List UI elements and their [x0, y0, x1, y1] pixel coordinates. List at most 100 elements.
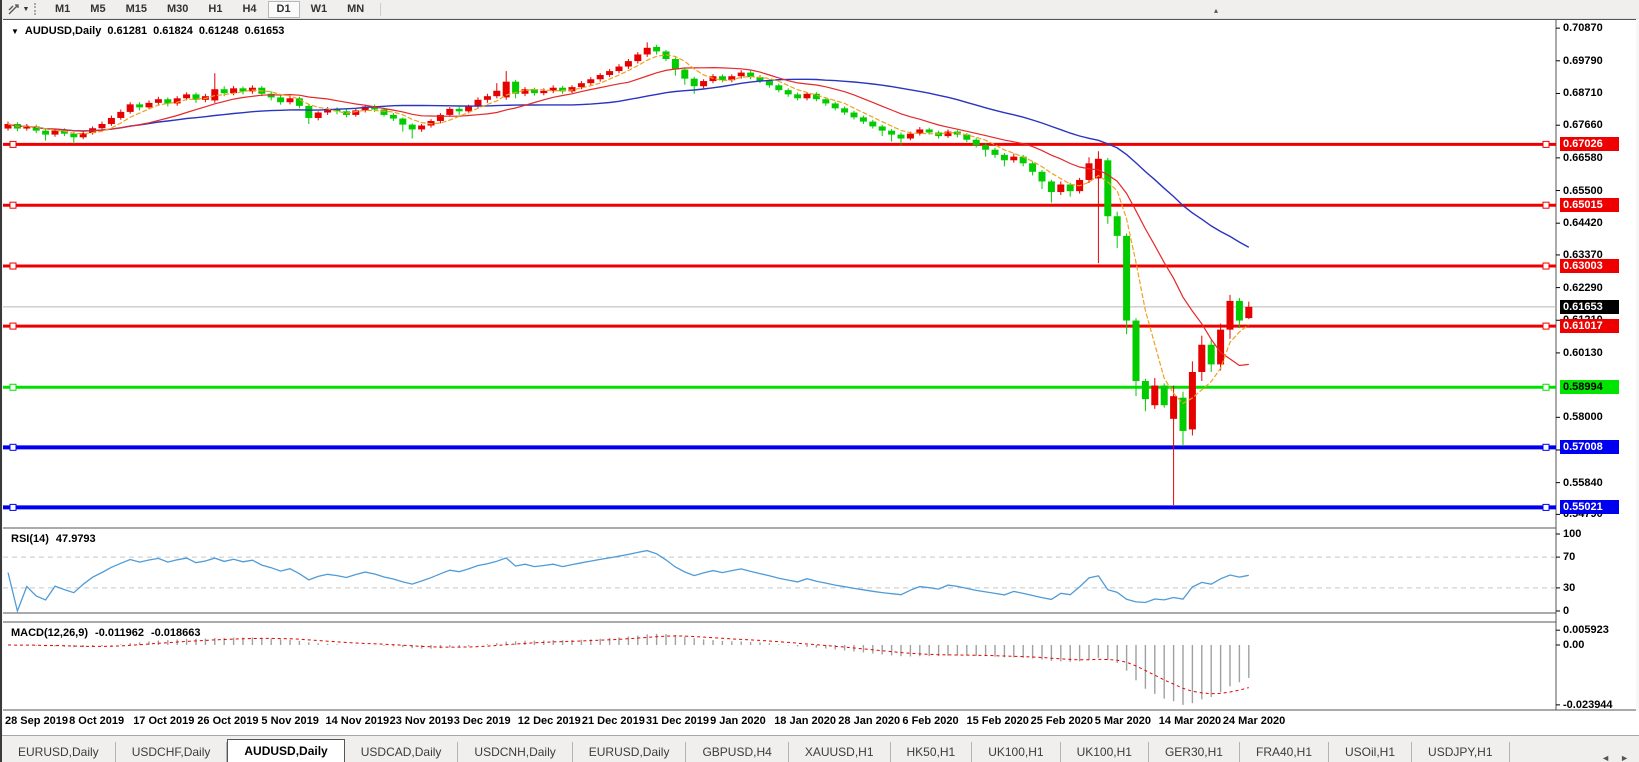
chart-tab-9[interactable]: UK100,H1 — [972, 742, 1060, 762]
hline-anchor[interactable] — [10, 141, 16, 147]
chart-tab-7[interactable]: XAUUSD,H1 — [789, 742, 891, 762]
timeframe-button-m1[interactable]: M1 — [46, 1, 79, 18]
timeframe-toolbar: ▼ M1M5M15M30H1H4D1W1MN ▴ — [2, 0, 1639, 19]
date-tick-label: 12 Dec 2019 — [518, 715, 581, 727]
chart-tab-1[interactable]: USDCHF,Daily — [116, 742, 228, 762]
rsi-tick-label: 70 — [1563, 551, 1575, 563]
hline-anchor[interactable] — [10, 263, 16, 269]
chart-tab-14[interactable]: USDJPY,H1 — [1412, 742, 1509, 762]
price-tick-label: 0.55840 — [1563, 477, 1603, 489]
macd-tick-label: 0.005923 — [1563, 624, 1609, 636]
toolbar-separator — [380, 3, 381, 16]
scroll-right-icon[interactable]: ► — [1620, 753, 1629, 762]
timeframe-button-mn[interactable]: MN — [338, 1, 373, 18]
timeframe-button-m30[interactable]: M30 — [158, 1, 197, 18]
hline-anchor[interactable] — [10, 504, 16, 510]
date-tick-label: 14 Nov 2019 — [326, 715, 390, 727]
timeframe-button-w1[interactable]: W1 — [302, 1, 337, 18]
tab-scroll-arrows: ◄ ► — [1601, 753, 1639, 762]
price-level-badge: 0.55021 — [1560, 500, 1619, 514]
price-level-badge: 0.58994 — [1560, 380, 1619, 394]
macd-indicator-label: MACD(12,26,9) -0.011962 -0.018663 — [11, 627, 201, 639]
timeframe-button-m5[interactable]: M5 — [81, 1, 114, 18]
price-tick-label: 0.69790 — [1563, 55, 1603, 67]
left-splitter[interactable] — [0, 0, 2, 762]
rsi-value: 47.9793 — [56, 533, 96, 545]
crosshair-lines-icon — [7, 3, 21, 16]
macd-tick-label: 0.00 — [1563, 639, 1584, 651]
price-tick-label: 0.60130 — [1563, 347, 1603, 359]
current-price-badge: 0.61653 — [1560, 300, 1619, 314]
rsi-tick-label: 100 — [1563, 528, 1581, 540]
chart-tab-10[interactable]: UK100,H1 — [1061, 742, 1149, 762]
macd-main-value: -0.011962 — [95, 627, 144, 639]
date-tick-label: 3 Dec 2019 — [454, 715, 511, 727]
date-tick-label: 31 Dec 2019 — [646, 715, 709, 727]
chart-tab-6[interactable]: GBPUSD,H4 — [686, 742, 788, 762]
date-tick-label: 5 Nov 2019 — [261, 715, 318, 727]
chart-tab-3[interactable]: USDCAD,Daily — [345, 742, 459, 762]
macd-name: MACD(12,26,9) — [11, 627, 88, 639]
price-tick-label: 0.67660 — [1563, 119, 1603, 131]
toolbar-overflow-icon[interactable]: ▴ — [1214, 6, 1218, 15]
ohlc-open: 0.61281 — [107, 25, 147, 37]
ohlc-low: 0.61248 — [199, 25, 239, 37]
ohlc-close: 0.61653 — [245, 25, 285, 37]
price-level-badge: 0.61017 — [1560, 319, 1619, 333]
date-tick-label: 6 Feb 2020 — [902, 715, 958, 727]
price-level-badge: 0.67026 — [1560, 137, 1619, 151]
scroll-left-icon[interactable]: ◄ — [1601, 753, 1610, 762]
date-tick-label: 5 Mar 2020 — [1095, 715, 1151, 727]
chart-tab-12[interactable]: FRA40,H1 — [1240, 742, 1329, 762]
hline-anchor[interactable] — [10, 323, 16, 329]
hline-anchor[interactable] — [1543, 323, 1549, 329]
date-tick-label: 8 Oct 2019 — [69, 715, 124, 727]
chevron-down-icon: ▼ — [23, 6, 30, 13]
rsi-tick-label: 30 — [1563, 582, 1575, 594]
date-tick-label: 21 Dec 2019 — [582, 715, 645, 727]
hline-anchor[interactable] — [1543, 384, 1549, 390]
date-tick-label: 18 Jan 2020 — [774, 715, 836, 727]
chart-menu-caret-icon[interactable]: ▼ — [11, 27, 19, 36]
date-tick-label: 24 Mar 2020 — [1223, 715, 1285, 727]
hline-anchor[interactable] — [1543, 504, 1549, 510]
macd-signal-value: -0.018663 — [151, 627, 201, 639]
chart-tab-2[interactable]: AUDUSD,Daily — [227, 739, 344, 762]
rsi-indicator-label: RSI(14) 47.9793 — [11, 533, 96, 545]
chart-tab-0[interactable]: EURUSD,Daily — [2, 742, 116, 762]
timeframe-button-m15[interactable]: M15 — [117, 1, 156, 18]
mt4-window: ▼ M1M5M15M30H1H4D1W1MN ▴ ▼ AUDUSD,Daily … — [0, 0, 1639, 762]
date-tick-label: 14 Mar 2020 — [1159, 715, 1221, 727]
timeframe-button-h1[interactable]: H1 — [199, 1, 231, 18]
price-tick-label: 0.62290 — [1563, 282, 1603, 294]
timeframe-button-h4[interactable]: H4 — [233, 1, 265, 18]
date-tick-label: 28 Jan 2020 — [838, 715, 900, 727]
toolbar-grip[interactable] — [34, 3, 40, 15]
price-chart-canvas[interactable] — [3, 19, 1636, 711]
hline-anchor[interactable] — [10, 384, 16, 390]
price-tick-label: 0.58000 — [1563, 411, 1603, 423]
chart-tab-4[interactable]: USDCNH,Daily — [458, 742, 572, 762]
hline-anchor[interactable] — [1543, 141, 1549, 147]
hline-anchor[interactable] — [1543, 202, 1549, 208]
rsi-tick-label: 0 — [1563, 605, 1569, 617]
hline-anchor[interactable] — [1543, 263, 1549, 269]
ohlc-high: 0.61824 — [153, 25, 193, 37]
chart-tab-8[interactable]: HK50,H1 — [891, 742, 973, 762]
drawing-tool-icon[interactable]: ▼ — [5, 2, 31, 16]
chart-tab-bar: EURUSD,DailyUSDCHF,DailyAUDUSD,DailyUSDC… — [2, 735, 1639, 762]
chart-tab-11[interactable]: GER30,H1 — [1149, 742, 1240, 762]
hline-anchor[interactable] — [1543, 444, 1549, 450]
hline-anchor[interactable] — [10, 202, 16, 208]
chart-tab-5[interactable]: EURUSD,Daily — [573, 742, 687, 762]
hline-anchor[interactable] — [10, 444, 16, 450]
date-tick-label: 15 Feb 2020 — [967, 715, 1029, 727]
chart-tab-13[interactable]: USOil,H1 — [1329, 742, 1412, 762]
date-tick-label: 25 Feb 2020 — [1031, 715, 1093, 727]
date-tick-label: 9 Jan 2020 — [710, 715, 766, 727]
rsi-name: RSI(14) — [11, 533, 49, 545]
timeframe-button-d1[interactable]: D1 — [268, 1, 300, 18]
price-tick-label: 0.66580 — [1563, 152, 1603, 164]
macd-tick-label: -0.023944 — [1563, 699, 1613, 711]
price-tick-label: 0.64420 — [1563, 217, 1603, 229]
